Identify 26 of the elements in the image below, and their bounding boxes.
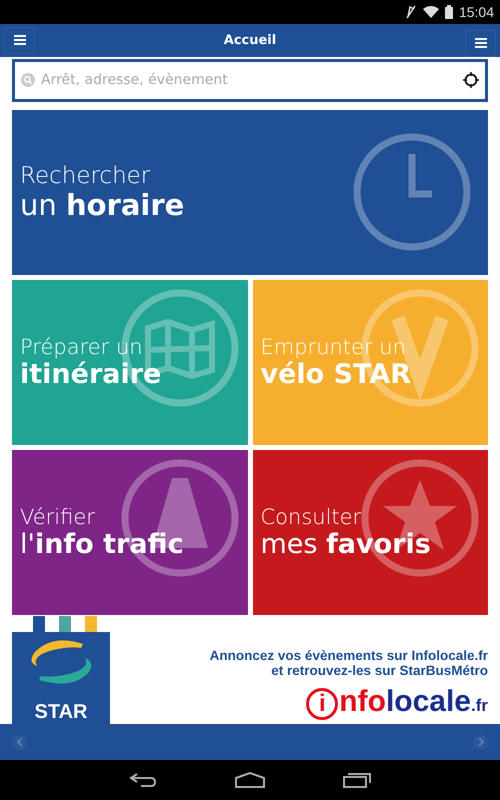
- infolocale-logo: i nfolocale.fr: [306, 686, 488, 720]
- chevron-right-icon: [478, 738, 484, 746]
- menu-button[interactable]: [4, 26, 35, 54]
- location-icon[interactable]: [463, 72, 479, 88]
- mute-icon: [404, 4, 417, 19]
- recent-apps-icon[interactable]: [343, 772, 371, 788]
- menu-tile[interactable]: Vérifier l'info trafic: [12, 450, 248, 615]
- clock-icon: [352, 132, 472, 252]
- menu-icon: [14, 35, 26, 46]
- back-icon[interactable]: [129, 772, 157, 788]
- menu-button[interactable]: [465, 30, 496, 57]
- menu-tile[interactable]: Consulter mes favoris: [252, 450, 488, 615]
- ad-text: Annoncez vos évènements sur Infolocale.fr: [210, 648, 488, 664]
- search-icon: [21, 72, 35, 87]
- wifi-icon: [422, 6, 439, 18]
- clock-time: 15:04: [458, 4, 494, 20]
- chevron-left-icon: [16, 738, 22, 746]
- menu-icon: [474, 38, 486, 48]
- ad-banner[interactable]: STAR Annoncez vos évènements sur Infolocale.fr et retrouvez-les sur StarBusMétro i nfolocale.fr: [0, 614, 500, 724]
- search-field[interactable]: Arrêt, adresse, évènement: [12, 58, 488, 102]
- ad-text: et retrouvez-les sur StarBusMétro: [271, 663, 488, 679]
- screen-title: Accueil: [224, 32, 276, 48]
- home-icon[interactable]: [235, 772, 265, 788]
- star-logo: STAR: [12, 616, 110, 724]
- menu-tile[interactable]: Rechercher un horaire: [12, 110, 488, 275]
- battery-icon: [444, 4, 453, 19]
